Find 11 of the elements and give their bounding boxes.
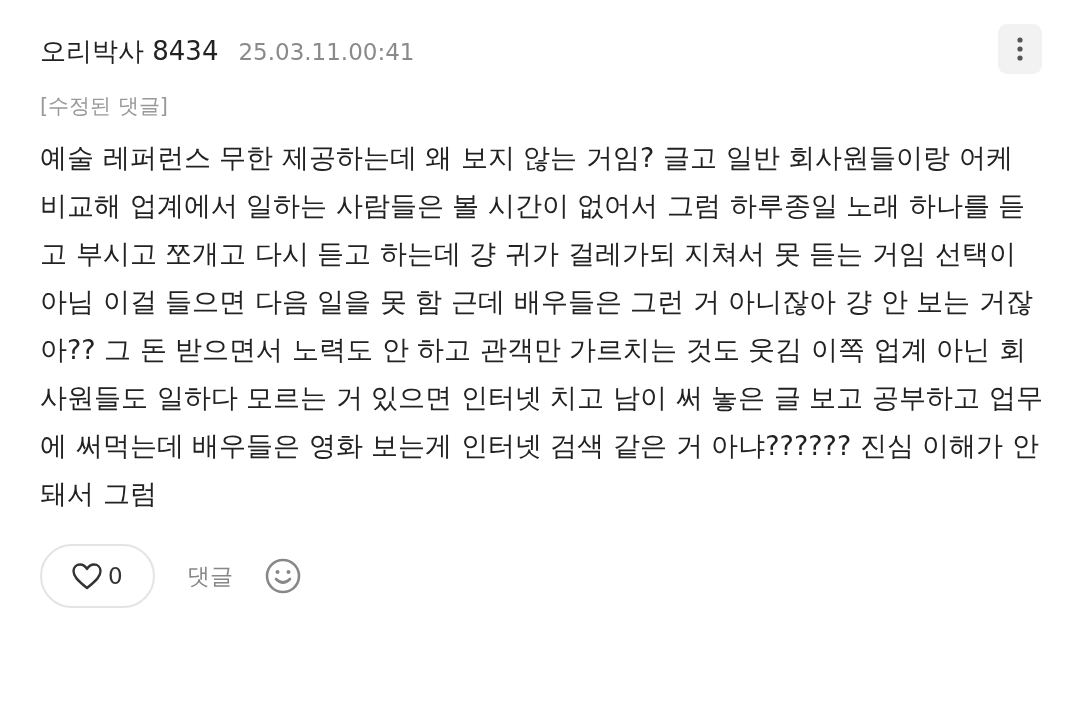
more-icon bbox=[1017, 37, 1023, 61]
comment-text: 예술 레퍼런스 무한 제공하는데 왜 보지 않는 거임? 글고 일반 회사원들이랑 어케 비교해 업계에서 일하는 사람들은 볼 시간이 없어서 그럼 하루종일 노래 하나를 듣고 부시고 쪼개고 다시 듣고 하는데 걍 귀가 걸레가되 지쳐서 못 듣는 거임 선택이 아님 이걸 들으면 다음 일을 못 함 근데 배우들은 그런 거 아니잖아 걍 안 보는 거잖아?? 그 돈 받으면서 노력도 안 하고 관객만 가르치는 것도 웃김 이쪽 업계 아닌 회사원들도 일하다 모르는 거 있으면 인터넷 치고 남이 써 놓은 글 보고 공부하고 업무에 써먹는데 배우들은 영화 보는게 인터넷 검색 같은 거 아냐?????? 진심 이해가 안 돼서 그럼 bbox=[40, 141, 1044, 511]
like-button[interactable]: 0 bbox=[40, 544, 155, 608]
more-button[interactable] bbox=[998, 24, 1042, 74]
smiley-icon bbox=[264, 558, 301, 594]
timestamp: 25.03.11.00:41 bbox=[238, 39, 415, 65]
heart-icon bbox=[72, 562, 102, 590]
author-name: 오리박사 8434 bbox=[40, 35, 219, 68]
emoji-button[interactable] bbox=[264, 558, 301, 594]
edited-label: [수정된 댓글] bbox=[40, 93, 170, 120]
reply-button[interactable]: 댓글 bbox=[186, 560, 233, 592]
